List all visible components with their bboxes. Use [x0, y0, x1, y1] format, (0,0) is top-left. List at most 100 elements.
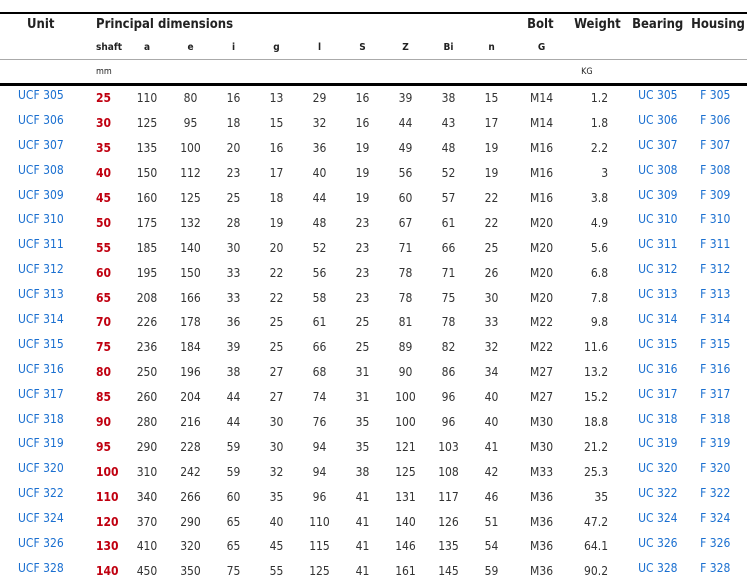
cell-housing[interactable]: F 320: [688, 459, 747, 484]
cell-housing[interactable]: F 317: [688, 385, 747, 410]
cell-unit[interactable]: UCF 326: [0, 534, 88, 559]
cell-housing[interactable]: F 318: [688, 410, 747, 435]
cell-s: 25: [355, 340, 370, 355]
cell-i: 25: [226, 191, 241, 205]
subheader-row: shaft a e i g l S Z Bi n G: [0, 35, 747, 60]
cell-bearing[interactable]: UC 306: [628, 111, 688, 136]
cell-unit[interactable]: UCF 319: [0, 434, 88, 459]
cell-bi: 108: [438, 464, 459, 479]
cell-l: 68: [312, 365, 327, 380]
cell-bi: 145: [438, 564, 459, 579]
cell-z: 89: [398, 340, 413, 355]
cell-unit[interactable]: UCF 318: [0, 410, 88, 435]
cell-a: 340: [136, 489, 158, 504]
cell-unit[interactable]: UCF 307: [0, 136, 88, 161]
cell-bearing[interactable]: UC 311: [628, 235, 688, 260]
cell-a: 175: [136, 215, 158, 230]
cell-bi: 38: [441, 91, 456, 106]
cell-unit[interactable]: UCF 322: [0, 484, 88, 509]
cell-housing[interactable]: F 307: [688, 136, 747, 161]
cell-bearing[interactable]: UC 314: [628, 310, 688, 335]
housing-header: Housing: [688, 12, 747, 35]
cell-s: 41: [355, 489, 370, 504]
cell-housing[interactable]: F 305: [688, 85, 747, 111]
cell-housing[interactable]: F 326: [688, 534, 747, 559]
cell-bearing[interactable]: UC 322: [628, 484, 688, 509]
bearing-header: Bearing: [628, 12, 689, 35]
cell-unit[interactable]: UCF 310: [0, 210, 88, 235]
cell-unit[interactable]: UCF 324: [0, 509, 88, 534]
cell-n: 51: [484, 514, 499, 529]
cell-housing[interactable]: F 314: [688, 310, 747, 335]
cell-housing[interactable]: F 328: [688, 559, 747, 584]
cell-bearing[interactable]: UC 310: [628, 210, 688, 235]
cell-unit[interactable]: UCF 306: [0, 111, 88, 136]
cell-n: 40: [484, 390, 499, 405]
cell-g: 22: [269, 265, 284, 280]
cell-bolt: M14: [530, 91, 554, 106]
cell-housing[interactable]: F 324: [688, 509, 747, 534]
cell-bearing[interactable]: UC 318: [628, 410, 688, 435]
cell-bearing[interactable]: UC 312: [628, 260, 688, 285]
cell-shaft: 40: [96, 166, 112, 181]
cell-bearing[interactable]: UC 305: [628, 85, 688, 111]
subheader-e: e: [169, 35, 212, 60]
cell-a: 370: [136, 514, 158, 529]
cell-n: 22: [484, 191, 499, 205]
cell-unit[interactable]: UCF 315: [0, 335, 88, 360]
cell-z: 100: [395, 415, 416, 430]
cell-housing[interactable]: F 319: [688, 434, 747, 459]
cell-unit[interactable]: UCF 311: [0, 235, 88, 260]
cell-unit[interactable]: UCF 317: [0, 385, 88, 410]
cell-housing[interactable]: F 306: [688, 111, 747, 136]
cell-housing[interactable]: F 316: [688, 360, 747, 385]
cell-unit[interactable]: UCF 320: [0, 459, 88, 484]
cell-a: 250: [136, 365, 158, 380]
cell-a: 208: [136, 290, 158, 305]
cell-unit[interactable]: UCF 313: [0, 285, 88, 310]
cell-g: 17: [269, 166, 284, 181]
cell-unit[interactable]: UCF 312: [0, 260, 88, 285]
cell-housing[interactable]: F 308: [688, 161, 747, 186]
cell-unit[interactable]: UCF 308: [0, 161, 88, 186]
cell-e: 290: [180, 514, 201, 529]
cell-unit[interactable]: UCF 309: [0, 186, 88, 211]
cell-bearing[interactable]: UC 308: [628, 161, 688, 186]
cell-bearing[interactable]: UC 315: [628, 335, 688, 360]
table-row: UCF 310 50 175 132 28 19 48 23 67 61 22 M20 4.9 UC 31…: [0, 210, 747, 235]
unit-mm: mm: [88, 59, 514, 86]
cell-e: 100: [180, 141, 201, 156]
cell-bearing[interactable]: UC 324: [628, 509, 688, 534]
cell-unit[interactable]: UCF 316: [0, 360, 88, 385]
cell-unit[interactable]: UCF 305: [0, 85, 88, 111]
cell-bearing[interactable]: UC 316: [628, 360, 688, 385]
cell-bearing[interactable]: UC 320: [628, 459, 688, 484]
cell-housing[interactable]: F 309: [688, 186, 747, 211]
cell-housing[interactable]: F 315: [688, 335, 747, 360]
cell-bolt: M22: [530, 315, 554, 330]
cell-e: 228: [180, 439, 201, 454]
cell-bearing[interactable]: UC 313: [628, 285, 688, 310]
cell-i: 60: [226, 489, 241, 504]
cell-n: 15: [484, 91, 499, 106]
cell-weight: 35: [594, 489, 609, 504]
cell-unit[interactable]: UCF 328: [0, 559, 88, 584]
cell-s: 31: [355, 390, 370, 405]
cell-housing[interactable]: F 312: [688, 260, 747, 285]
cell-bearing[interactable]: UC 326: [628, 534, 688, 559]
cell-z: 146: [395, 539, 416, 554]
cell-unit[interactable]: UCF 314: [0, 310, 88, 335]
cell-housing[interactable]: F 313: [688, 285, 747, 310]
cell-housing[interactable]: F 310: [688, 210, 747, 235]
cell-s: 23: [355, 240, 370, 255]
cell-bi: 48: [441, 141, 456, 156]
cell-housing[interactable]: F 311: [688, 235, 747, 260]
cell-bearing[interactable]: UC 317: [628, 385, 688, 410]
cell-s: 16: [355, 116, 370, 131]
cell-housing[interactable]: F 322: [688, 484, 747, 509]
cell-bearing[interactable]: UC 328: [628, 559, 688, 584]
cell-bearing[interactable]: UC 307: [628, 136, 688, 161]
cell-bearing[interactable]: UC 309: [628, 186, 688, 211]
cell-shaft: 75: [96, 340, 112, 355]
cell-bearing[interactable]: UC 319: [628, 434, 688, 459]
